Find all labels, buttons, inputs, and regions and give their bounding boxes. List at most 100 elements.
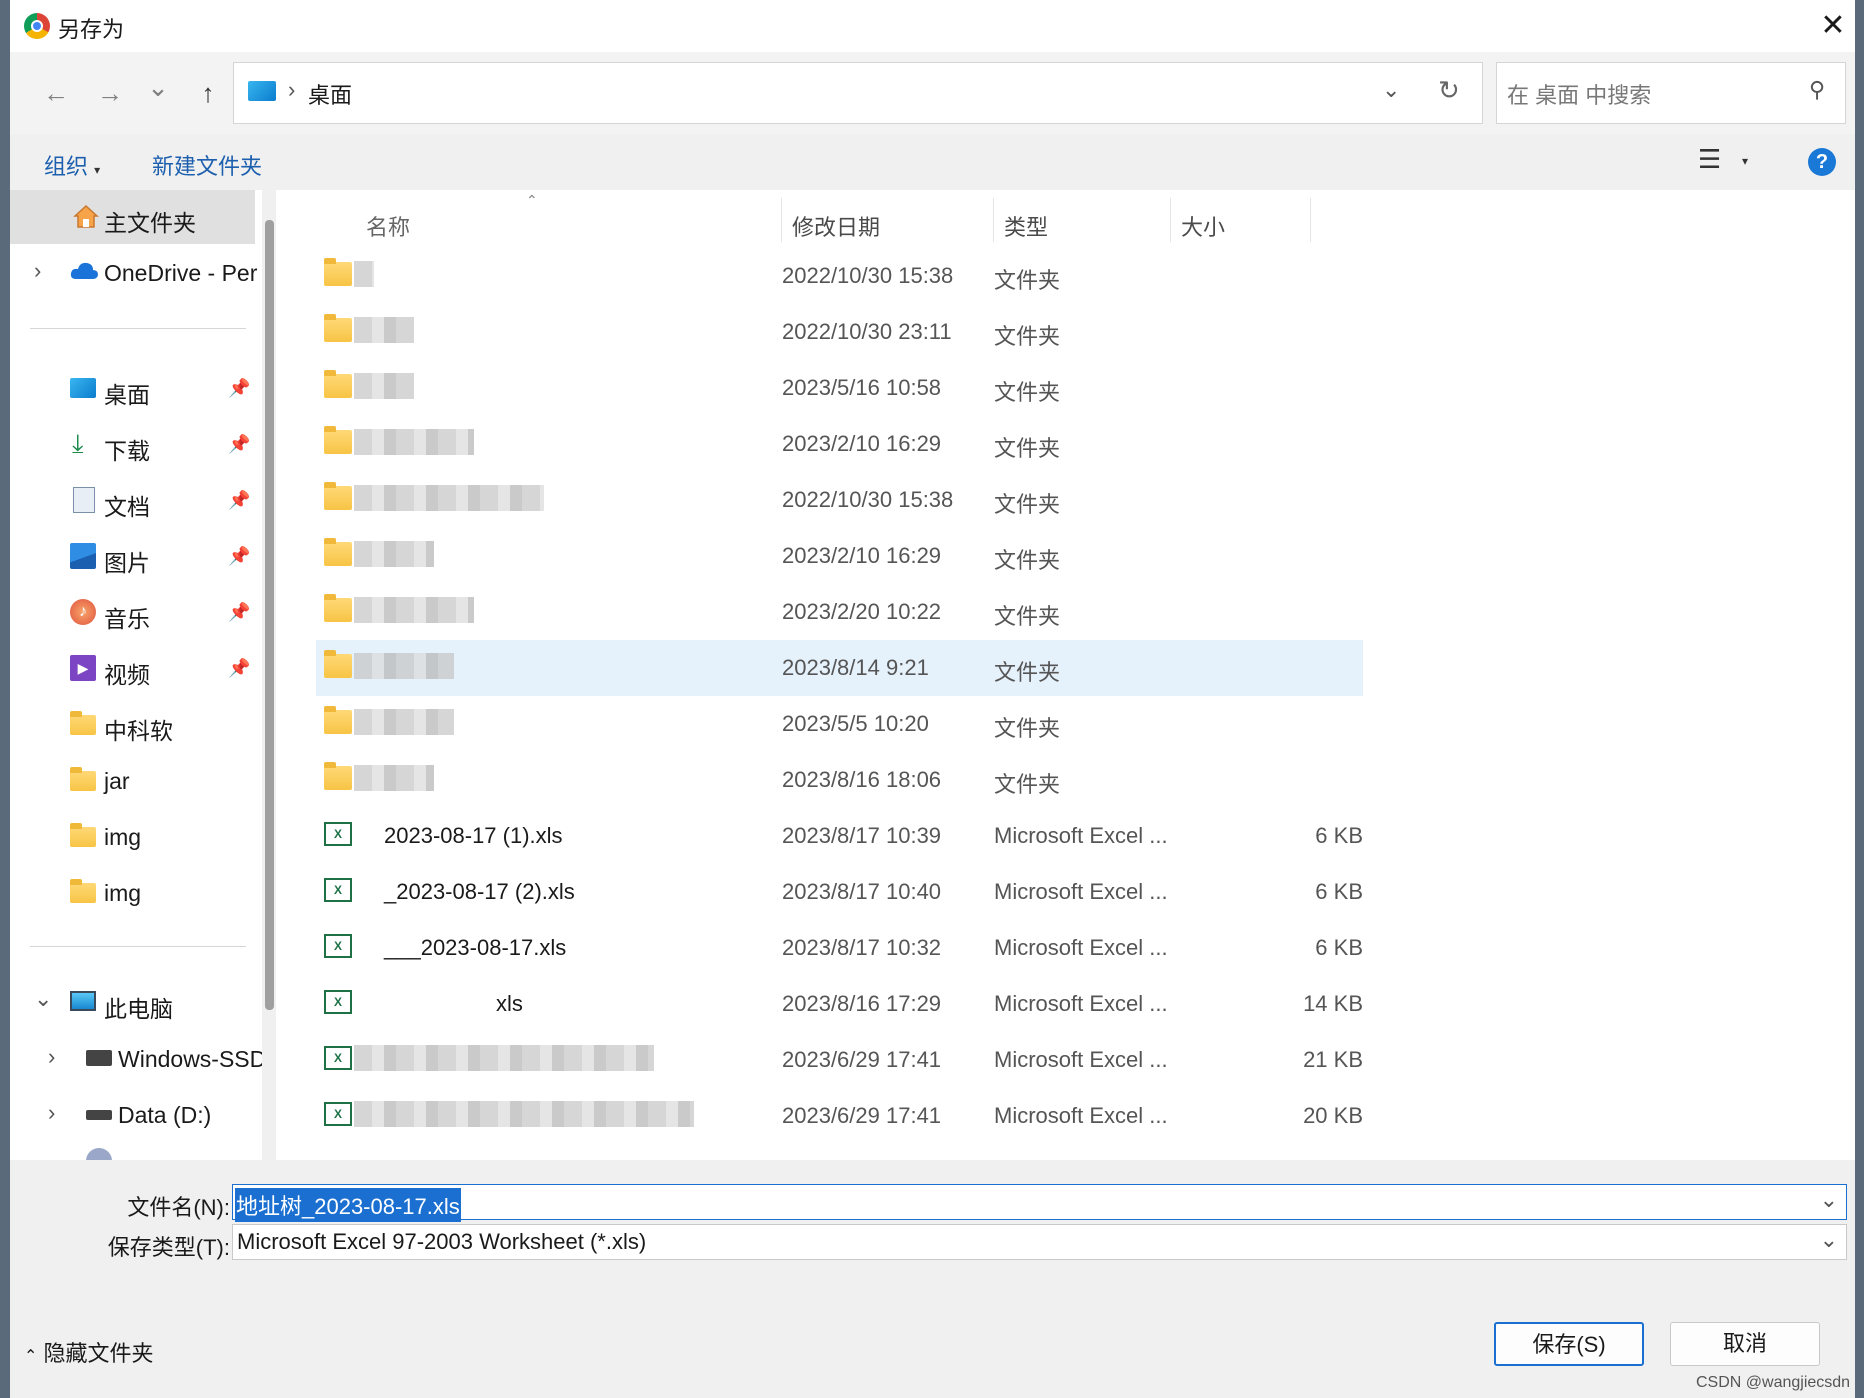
sidebar-item-label: 桌面 (104, 382, 150, 408)
table-row[interactable]: 2023/2/10 16:29 文件夹 (316, 416, 1363, 472)
column-header-name[interactable]: 名称 ⌃ (316, 192, 782, 242)
table-row[interactable]: 2023/5/16 10:58 文件夹 (316, 360, 1363, 416)
sidebar-item-folder[interactable]: img (10, 868, 260, 918)
table-row[interactable]: X 2023/6/29 17:41 Microsoft Excel ... 20 KB (316, 1088, 1363, 1144)
table-row[interactable]: X _2023-08-17 (2).xls 2023/8/17 10:40 Micro… (316, 864, 1363, 920)
address-bar[interactable]: › 桌面 ⌄ ↻ (233, 62, 1483, 124)
cancel-button[interactable]: 取消 (1670, 1322, 1820, 1366)
recent-locations-chevron-icon[interactable]: ⌄ (140, 72, 176, 103)
filename-input[interactable]: 地址树_2023-08-17.xls (235, 1188, 461, 1222)
chevron-down-icon[interactable]: ⌄ (34, 986, 52, 1012)
table-row[interactable]: 2022/10/30 15:38 文件夹 (316, 248, 1363, 304)
sidebar-item-label: jar (104, 768, 130, 794)
table-row[interactable]: X 2023-08-17 (1).xls 2023/8/17 10:39 Micros… (316, 808, 1363, 864)
table-row[interactable]: 2022/10/30 23:11 文件夹 (316, 304, 1363, 360)
scrollbar-thumb[interactable] (265, 220, 274, 1010)
chevron-right-icon[interactable]: › (34, 258, 41, 284)
search-icon[interactable]: ⚲ (1809, 77, 1825, 103)
pin-icon[interactable]: 📌 (228, 434, 250, 455)
chevron-down-icon[interactable]: ⌄ (1820, 1227, 1838, 1253)
table-row[interactable]: 2023/2/10 16:29 文件夹 (316, 528, 1363, 584)
sidebar-item-label: Data (D:) (118, 1102, 212, 1128)
help-icon[interactable]: ? (1808, 148, 1836, 176)
chevron-right-icon[interactable]: › (48, 1044, 55, 1070)
file-name: ___2023-08-17.xls (384, 935, 567, 960)
pin-icon[interactable]: 📌 (228, 658, 250, 679)
new-folder-button[interactable]: 新建文件夹 (152, 149, 262, 181)
file-date: 2022/10/30 15:38 (782, 487, 954, 512)
excel-file-icon: X (324, 934, 352, 958)
sidebar-item-drive-d[interactable]: › Data (D:) (10, 1090, 260, 1140)
sidebar-item-onedrive[interactable]: › OneDrive - Per (10, 248, 260, 298)
excel-file-icon: X (324, 990, 352, 1014)
save-button[interactable]: 保存(S) (1494, 1322, 1644, 1366)
breadcrumb-desktop[interactable]: 桌面 (308, 78, 352, 110)
refresh-icon[interactable]: ↻ (1438, 75, 1460, 106)
sidebar-item-folder[interactable]: jar (10, 756, 260, 806)
file-name: xls (496, 991, 523, 1016)
up-arrow-icon[interactable]: ↑ (190, 78, 226, 109)
watermark: CSDN @wangjiecsdn (1696, 1374, 1851, 1391)
sidebar-item-folder[interactable]: img (10, 812, 260, 862)
download-arrow-icon: ⤓ (72, 428, 84, 458)
address-dropdown-icon[interactable]: ⌄ (1382, 77, 1400, 103)
table-row[interactable]: 2023/2/20 10:22 文件夹 (316, 584, 1363, 640)
pin-icon[interactable]: 📌 (228, 378, 250, 399)
forward-arrow-icon[interactable]: → (92, 78, 128, 109)
table-row[interactable]: 2023/8/16 18:06 文件夹 (316, 752, 1363, 808)
search-box[interactable]: 在 桌面 中搜索 ⚲ (1496, 62, 1846, 124)
sidebar-item-documents[interactable]: 文档 📌 (10, 476, 260, 526)
back-arrow-icon[interactable]: ← (38, 78, 74, 109)
video-icon: ▶ (70, 655, 96, 681)
sidebar-item-desktop[interactable]: 桌面 📌 (10, 364, 260, 414)
chevron-down-icon[interactable]: ⌄ (1820, 1187, 1838, 1213)
hide-folders-label: 隐藏文件夹 (43, 1341, 154, 1366)
save-as-dialog: 另存为 ✕ ← → ⌄ ↑ › 桌面 ⌄ ↻ 在 桌面 中搜索 ⚲ 组织 ▾ 新… (10, 0, 1855, 1398)
sidebar-item-drive-c[interactable]: › Windows-SSD (10, 1034, 266, 1084)
pin-icon[interactable]: 📌 (228, 490, 250, 511)
file-type: Microsoft Excel ... (994, 823, 1168, 848)
redacted-name (354, 597, 474, 623)
column-header-date[interactable]: 修改日期 (782, 198, 994, 242)
search-input[interactable]: 在 桌面 中搜索 (1507, 78, 1651, 110)
table-row[interactable]: Xxls 2023/8/16 17:29 Microsoft Excel ... 14… (316, 976, 1363, 1032)
column-header-type[interactable]: 类型 (994, 198, 1171, 242)
pin-icon[interactable]: 📌 (228, 602, 250, 623)
file-date: 2022/10/30 15:38 (782, 263, 954, 288)
table-row[interactable]: 2023/5/5 10:20 文件夹 (316, 696, 1363, 752)
save-form: 文件名(N): 地址树_2023-08-17.xls ⌄ 保存类型(T): Mi… (10, 1160, 1855, 1398)
sidebar-item-this-pc[interactable]: ⌄ 此电脑 (10, 978, 260, 1028)
drive-icon (86, 1110, 112, 1120)
folder-icon (324, 482, 352, 510)
hide-folders-toggle[interactable]: ⌃ 隐藏文件夹 (24, 1336, 154, 1368)
navigation-bar: ← → ⌄ ↑ › 桌面 ⌄ ↻ 在 桌面 中搜索 ⚲ (10, 52, 1855, 134)
file-type: Microsoft Excel ... (994, 1047, 1168, 1072)
filename-label: 文件名(N): (127, 1195, 230, 1220)
filename-field[interactable]: 地址树_2023-08-17.xls ⌄ (232, 1184, 1847, 1222)
sidebar-item-folder[interactable]: 中科软 (10, 700, 260, 750)
pin-icon[interactable]: 📌 (228, 546, 250, 567)
file-type-select[interactable]: Microsoft Excel 97-2003 Worksheet (*.xls… (232, 1224, 1847, 1260)
view-dropdown-icon[interactable]: ▾ (1742, 154, 1748, 168)
table-row[interactable]: X ___2023-08-17.xls 2023/8/17 10:32 Microso… (316, 920, 1363, 976)
view-options-icon[interactable]: ☰ (1698, 144, 1721, 175)
title-bar: 另存为 ✕ (10, 0, 1855, 52)
folder-icon (70, 879, 96, 903)
table-row[interactable]: 2022/10/30 15:38 文件夹 (316, 472, 1363, 528)
file-type: Microsoft Excel ... (994, 935, 1168, 960)
sidebar-item-music[interactable]: ♪ 音乐 📌 (10, 588, 260, 638)
sidebar-item-home[interactable]: 主文件夹 (10, 190, 255, 244)
table-row[interactable]: 2023/8/14 9:21 文件夹 (316, 640, 1363, 696)
file-size: 14 KB (1303, 991, 1363, 1016)
chevron-right-icon[interactable]: › (48, 1100, 55, 1126)
sidebar-item-pictures[interactable]: 图片 📌 (10, 532, 260, 582)
table-row[interactable]: X 2023/6/29 17:41 Microsoft Excel ... 21 KB (316, 1032, 1363, 1088)
sidebar-item-partial[interactable] (10, 1146, 260, 1160)
sidebar-item-downloads[interactable]: ⤓ 下载 📌 (10, 420, 260, 470)
sidebar-item-videos[interactable]: ▶ 视频 📌 (10, 644, 260, 694)
close-icon[interactable]: ✕ (1816, 8, 1850, 43)
organize-button[interactable]: 组织 ▾ (44, 149, 100, 181)
organize-dropdown-icon: ▾ (94, 163, 101, 177)
column-header-size[interactable]: 大小 (1171, 198, 1311, 242)
file-date: 2023/6/29 17:41 (782, 1103, 942, 1128)
